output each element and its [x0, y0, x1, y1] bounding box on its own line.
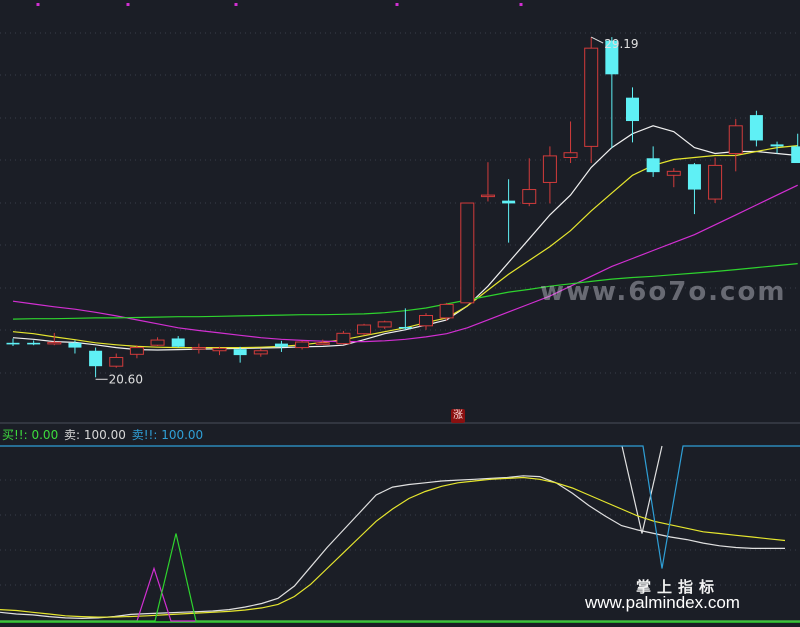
- candle-body-up: [563, 152, 578, 158]
- candle-body-down: [89, 350, 103, 367]
- candle-body-up: [480, 194, 495, 198]
- candle-body-up: [109, 356, 124, 367]
- candle-body-up: [666, 170, 681, 176]
- top-marker: [395, 3, 399, 6]
- candle-body-up: [522, 189, 537, 204]
- candle-body-down: [502, 200, 516, 204]
- candle-body-down: [626, 97, 639, 122]
- candle-body-down: [770, 144, 784, 147]
- top-marker: [234, 3, 238, 6]
- top-marker: [519, 3, 523, 6]
- candle-body-up: [584, 47, 599, 147]
- candle-body-up: [542, 155, 557, 183]
- watermark-url: www.palmindex.com: [585, 593, 740, 612]
- candle-body-down: [749, 115, 763, 141]
- candle-body-up: [357, 324, 372, 335]
- candle-body-up: [708, 164, 723, 200]
- candle-body-up: [728, 125, 743, 155]
- candle-body-up: [315, 342, 330, 345]
- candle-body-up: [295, 341, 310, 349]
- indicator-spike: [621, 445, 663, 534]
- candle-body-up: [191, 347, 206, 350]
- gridlines: [0, 3, 800, 623]
- indicator-legend: 买!!: 0.00 卖: 100.00 卖!!: 100.00: [2, 426, 205, 443]
- candle-body-up: [419, 314, 433, 327]
- candle-body-up: [439, 303, 454, 319]
- top-marker: [36, 3, 40, 6]
- candlesticks: [6, 37, 800, 378]
- candle-body-up: [47, 341, 62, 345]
- legend-buy: 买!!: 0.00: [2, 428, 59, 442]
- candle-body-down: [398, 326, 412, 329]
- candle-body-up: [253, 350, 268, 355]
- candle-body-down: [171, 338, 185, 347]
- candle-body-down: [6, 342, 20, 345]
- legend-sell: 卖: 100.00: [64, 428, 126, 442]
- candle-body-down: [27, 342, 41, 345]
- candle-body-up: [129, 347, 144, 355]
- candle-body-down: [233, 349, 247, 356]
- high-marker: [590, 36, 604, 44]
- legend-sell2: 卖!!: 100.00: [131, 428, 204, 442]
- top-marker: [126, 3, 130, 6]
- candle-body-up: [212, 347, 227, 352]
- candle-body-up: [460, 202, 475, 304]
- candle-body-down: [646, 158, 660, 173]
- candle-body-up: [336, 332, 351, 345]
- candle-body-down: [68, 342, 82, 348]
- candle-body-up: [377, 321, 392, 328]
- high-price-label: 29.19: [604, 37, 638, 51]
- candle-body-up: [150, 339, 165, 346]
- candle-body-down: [687, 164, 701, 190]
- up-signal-badge: 涨: [451, 409, 465, 423]
- watermark-top: www.6o7o.com: [540, 277, 787, 307]
- candle-body-down: [274, 343, 288, 347]
- chart-canvas: 29.19 20.60: [0, 3, 800, 623]
- candle-body-down: [791, 146, 800, 164]
- low-price-label: 20.60: [109, 372, 143, 386]
